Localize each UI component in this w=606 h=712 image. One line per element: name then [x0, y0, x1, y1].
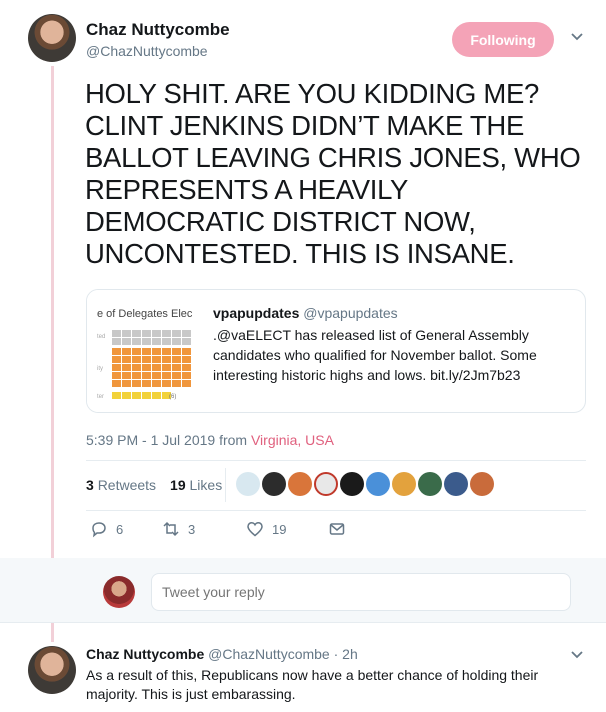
liker-avatar[interactable]	[418, 472, 442, 496]
thumbnail-grid-gray	[112, 330, 191, 345]
engagement-stats: 3 Retweets 19 Likes	[86, 477, 222, 493]
liker-avatar[interactable]	[340, 472, 364, 496]
reply-action[interactable]: 6	[90, 520, 123, 538]
retweets-count: 3	[86, 477, 94, 493]
stats-separator	[225, 468, 226, 502]
tweet-location-link[interactable]: Virginia, USA	[251, 432, 334, 448]
retweets-label: Retweets	[97, 477, 157, 493]
tweet-time[interactable]: 5:39 PM - 1 Jul 2019 from	[86, 432, 251, 448]
like-count: 19	[272, 521, 287, 537]
thumbnail-label: ter	[97, 394, 105, 400]
reply-tweet-text: As a result of this, Republicans now hav…	[86, 667, 539, 702]
likers-avatars	[236, 472, 494, 496]
divider	[0, 622, 606, 623]
reply-author-name[interactable]: Chaz Nuttycombe	[86, 646, 204, 662]
reply-author-avatar[interactable]	[28, 646, 76, 694]
current-user-avatar[interactable]	[103, 576, 135, 608]
tweet-timestamp: 5:39 PM - 1 Jul 2019 from Virginia, USA	[86, 432, 334, 448]
quoted-tweet-thumbnail: e of Delegates Elec ted ity ter (6)	[87, 290, 205, 412]
reply-author-handle-time[interactable]: @ChazNuttycombe · 2h	[208, 646, 358, 662]
liker-avatar[interactable]	[288, 472, 312, 496]
quoted-author[interactable]: vpapupdates @vpapupdates	[213, 305, 398, 321]
thumbnail-grid-orange	[112, 348, 191, 387]
liker-avatar[interactable]	[314, 472, 338, 496]
thumbnail-label: ted	[97, 334, 106, 340]
liker-avatar[interactable]	[236, 472, 260, 496]
tweet-text: HOLY SHIT. ARE YOU KIDDING ME? CLINT JEN…	[85, 78, 581, 269]
direct-message-action[interactable]	[328, 520, 346, 538]
thread-line	[51, 66, 54, 642]
tweet-actions: 6 3 19	[86, 520, 386, 544]
thumbnail-grid-yellow	[112, 392, 171, 399]
retweet-icon	[163, 521, 179, 537]
liker-avatar[interactable]	[470, 472, 494, 496]
divider	[86, 510, 586, 511]
reply-tweet-header: Chaz Nuttycombe @ChazNuttycombe · 2h	[86, 646, 358, 662]
quoted-tweet-card[interactable]: e of Delegates Elec ted ity ter (6) vpap…	[86, 289, 586, 413]
like-action[interactable]: 19	[246, 520, 286, 538]
retweet-action[interactable]: 3	[162, 520, 195, 538]
reply-input[interactable]	[151, 573, 571, 611]
divider	[86, 460, 586, 461]
retweets-stat[interactable]: 3 Retweets	[86, 477, 156, 493]
chevron-down-icon[interactable]	[570, 30, 584, 44]
retweet-count: 3	[188, 521, 196, 537]
quoted-author-name: vpapupdates	[213, 305, 300, 321]
likes-stat[interactable]: 19 Likes	[170, 477, 222, 493]
author-display-name[interactable]: Chaz Nuttycombe	[86, 20, 230, 40]
liker-avatar[interactable]	[444, 472, 468, 496]
envelope-icon	[329, 523, 345, 535]
author-handle[interactable]: @ChazNuttycombe	[86, 43, 208, 59]
thumbnail-count: (6)	[169, 394, 177, 400]
liker-avatar[interactable]	[366, 472, 390, 496]
chevron-down-icon[interactable]	[570, 648, 584, 662]
heart-icon	[247, 522, 263, 537]
thumbnail-title: e of Delegates Elec	[97, 308, 193, 320]
reply-count: 6	[116, 521, 124, 537]
thumbnail-label: ity	[97, 366, 103, 372]
liker-avatar[interactable]	[262, 472, 286, 496]
quoted-author-handle: @vpapupdates	[303, 305, 398, 321]
following-button[interactable]: Following	[452, 22, 554, 57]
likes-count: 19	[170, 477, 186, 493]
author-avatar[interactable]	[28, 14, 76, 62]
quoted-tweet-text: .@vaELECT has released list of General A…	[213, 327, 537, 383]
reply-icon	[92, 522, 106, 538]
likes-label: Likes	[189, 477, 223, 493]
liker-avatar[interactable]	[392, 472, 416, 496]
